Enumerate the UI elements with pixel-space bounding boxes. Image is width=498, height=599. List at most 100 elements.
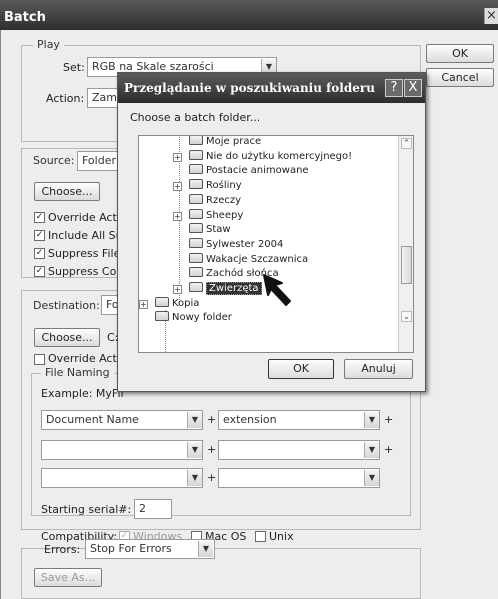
naming-example: Example: MyFile.gif	[41, 387, 123, 400]
errors-value: Stop For Errors	[90, 542, 172, 555]
action-label: Action:	[46, 92, 85, 105]
unix-label: Unix	[269, 530, 294, 543]
file-naming-legend: File Naming	[41, 366, 114, 379]
tree-item-label: Sylwester 2004	[206, 238, 284, 250]
chevron-down-icon[interactable]: ▼	[364, 412, 379, 428]
chevron-down-icon[interactable]: ▼	[364, 470, 379, 486]
source-label: Source:	[33, 154, 75, 167]
dialog-instruction: Choose a batch folder...	[130, 111, 261, 124]
source-value: Folder	[82, 154, 116, 167]
dialog-ok-button[interactable]: OK	[268, 359, 334, 379]
tree-item[interactable]: Rośliny	[189, 178, 242, 194]
tree-item[interactable]: Sylwester 2004	[189, 237, 283, 253]
folder-icon	[189, 193, 203, 204]
checkbox[interactable]: ✓	[34, 230, 45, 241]
mouse-pointer-icon	[263, 274, 291, 306]
plus-sign: +	[207, 471, 217, 484]
plus-sign: +	[384, 443, 394, 456]
chevron-down-icon[interactable]: ▼	[364, 442, 379, 458]
source-choose-button[interactable]: Choose...	[34, 182, 100, 201]
tree-item-label: Nie do użytku komercyjnego!	[206, 150, 353, 162]
set-label: Set:	[63, 61, 85, 74]
folder-icon	[155, 296, 169, 307]
tree-item[interactable]: Sheepy	[189, 208, 243, 224]
dialog-cancel-button[interactable]: Anuluj	[344, 359, 413, 379]
naming-field[interactable]	[218, 440, 380, 460]
tree-item-label: Moje prace	[206, 136, 262, 147]
scroll-up-icon[interactable]: ⌃	[401, 138, 412, 149]
chevron-down-icon[interactable]: ▼	[187, 470, 202, 486]
scroll-down-icon[interactable]: ⌄	[401, 311, 412, 322]
folder-icon	[189, 149, 203, 160]
folder-icon	[189, 164, 203, 175]
override-checkbox[interactable]	[34, 354, 45, 365]
tree-item-label: Postacie animowane	[206, 165, 309, 177]
vertical-scrollbar[interactable]: ⌃ ⌄	[398, 136, 413, 352]
tree-item-label: Rzeczy	[206, 194, 242, 206]
naming-field[interactable]: extension	[218, 410, 380, 430]
save-as-button[interactable]: Save As...	[34, 568, 102, 587]
serial-label: Starting serial#:	[41, 503, 132, 516]
naming-value: extension	[223, 413, 277, 426]
tree-item[interactable]: Nowy folder	[155, 310, 232, 326]
play-legend: Play	[33, 38, 64, 51]
tree-item-label: Kopia	[172, 297, 200, 309]
folder-icon	[155, 311, 169, 322]
expand-icon[interactable]: +	[173, 152, 182, 162]
expand-icon[interactable]: +	[139, 299, 148, 309]
expand-icon[interactable]: +	[173, 182, 182, 192]
tree-item-label: Zwierzęta	[206, 282, 262, 295]
chevron-down-icon[interactable]: ▼	[187, 442, 202, 458]
tree-item[interactable]: Wakacje Szczawnica	[189, 252, 308, 268]
expand-icon[interactable]: +	[173, 285, 182, 294]
scroll-thumb[interactable]	[401, 246, 412, 284]
chevron-down-icon[interactable]: ▼	[187, 412, 202, 428]
checkbox[interactable]: ✓	[34, 248, 45, 259]
tree-item-label: Nowy folder	[172, 312, 232, 324]
plus-sign: +	[207, 413, 217, 426]
plus-sign: +	[384, 413, 394, 426]
expand-icon[interactable]: +	[173, 211, 182, 221]
checkbox[interactable]: ✓	[34, 266, 45, 277]
ok-button[interactable]: OK	[426, 44, 494, 63]
folder-icon	[189, 136, 203, 145]
folder-icon	[189, 252, 203, 263]
window-title: Batch	[0, 0, 498, 30]
naming-value: Document Name	[46, 413, 139, 426]
folder-icon	[189, 282, 203, 292]
tree-item[interactable]: Staw	[189, 222, 231, 238]
tree-item-label: Staw	[206, 224, 231, 236]
unix-checkbox[interactable]	[255, 531, 266, 542]
checkbox[interactable]: ✓	[34, 212, 45, 223]
naming-field[interactable]	[41, 468, 203, 488]
cancel-button[interactable]: Cancel	[426, 68, 494, 87]
browse-folder-dialog: Przeglądanie w poszukiwaniu folderu ? X …	[117, 72, 426, 392]
errors-select[interactable]: Stop For Errors	[85, 539, 215, 559]
dialog-close-button[interactable]: X	[404, 79, 422, 97]
folder-icon	[189, 237, 203, 248]
window-close-button[interactable]: ×	[484, 8, 498, 24]
destination-label: Destination:	[33, 299, 100, 312]
help-button[interactable]: ?	[385, 79, 403, 97]
tree-item[interactable]: Kopia	[155, 296, 199, 312]
dialog-title: Przeglądanie w poszukiwaniu folderu	[118, 73, 425, 103]
tree-item[interactable]: Postacie animowane	[189, 163, 309, 179]
destination-choose-button[interactable]: Choose...	[34, 328, 100, 347]
naming-field[interactable]	[41, 440, 203, 460]
folder-icon	[189, 208, 203, 219]
folder-icon	[189, 179, 203, 190]
plus-sign: +	[207, 443, 217, 456]
tree-item[interactable]: Nie do użytku komercyjnego!	[189, 149, 352, 165]
naming-field[interactable]	[218, 468, 380, 488]
tree-item[interactable]: Zwierzęta	[189, 281, 262, 297]
tree-item[interactable]: Rzeczy	[189, 193, 241, 209]
folder-icon	[189, 223, 203, 234]
tree-item-label: Rośliny	[206, 180, 242, 192]
tree-item-label: Wakacje Szczawnica	[206, 253, 309, 265]
naming-field[interactable]: Document Name	[41, 410, 203, 430]
chevron-down-icon[interactable]: ▼	[198, 541, 213, 557]
override-label: Override Action	[48, 352, 124, 365]
folder-icon	[189, 267, 203, 278]
serial-input[interactable]: 2	[134, 499, 172, 519]
folder-tree[interactable]: Moje prace + Nie do użytku komercyjnego! Po…	[138, 135, 414, 353]
